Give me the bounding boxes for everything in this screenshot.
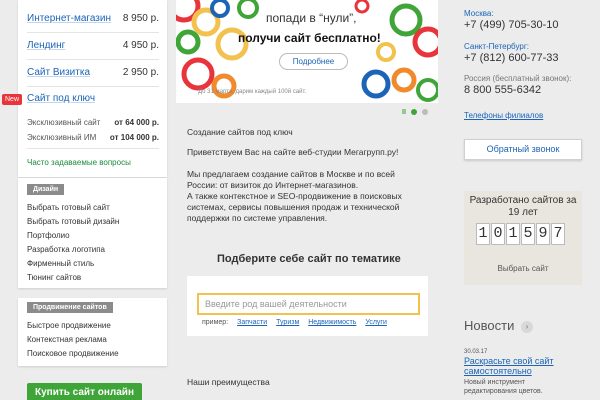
themes-heading: Подберите себе сайт по тематике — [217, 253, 401, 265]
exclusive-name: Эксклюзивный сайт — [27, 118, 101, 127]
promo-banner[interactable]: попади в “нули”, получи сайт бесплатно! … — [176, 0, 438, 103]
divider — [27, 86, 159, 87]
services-paragraph: А также контекстное и SEO-продвижение в … — [187, 191, 402, 223]
exclusive-price: от 104 000 р. — [109, 133, 159, 142]
slider-dot[interactable] — [421, 109, 428, 116]
design-menu-item[interactable]: Выбрать готовый дизайн — [27, 217, 119, 226]
news-headline-link[interactable]: Раскрасьте свой сайт самостоятельно — [464, 356, 574, 376]
counter-digit: 1 — [506, 223, 520, 245]
design-menu-item[interactable]: Выбрать готовый сайт — [27, 203, 110, 212]
counter-digit: 0 — [491, 223, 505, 245]
promo-header: Продвижение сайтов — [27, 302, 113, 313]
chevron-right-icon[interactable]: › — [521, 321, 533, 333]
branch-phones-link[interactable]: Телефоны филиалов — [464, 111, 543, 120]
callback-button[interactable]: Обратный звонок — [464, 139, 582, 160]
products-card: Интернет-магазин 8 950 р. Лендинг 4 950 … — [2, 0, 167, 177]
free-call-label: Россия (бесплатный звонок): — [464, 74, 572, 83]
design-menu-item[interactable]: Тюнинг сайтов — [27, 273, 81, 282]
exclusive-name: Эксклюзивный ИМ — [27, 133, 97, 142]
product-row[interactable]: Сайт под ключ — [18, 93, 167, 115]
product-price: 8 950 р. — [122, 13, 159, 24]
divider — [27, 59, 159, 60]
example-link[interactable]: Недвижимость — [308, 319, 356, 326]
design-menu-item[interactable]: Разработка логотипа — [27, 245, 105, 254]
counter-digit: 9 — [536, 223, 550, 245]
divider — [27, 148, 159, 149]
exclusive-row[interactable]: Эксклюзивный ИМ от 104 000 р. — [27, 133, 159, 142]
divider — [27, 32, 159, 33]
banner-footnote: До 31 марта, дарим каждый 100й сайт. — [198, 89, 307, 95]
pause-icon[interactable]: II — [402, 109, 406, 116]
product-name[interactable]: Сайт Визитка — [27, 67, 90, 78]
examples-label: пример: — [202, 319, 229, 326]
product-price: 4 950 р. — [122, 40, 159, 51]
theme-search-card: пример: Запчасти Туризм Недвижимость Усл… — [187, 276, 428, 336]
faq-link[interactable]: Часто задаваемые вопросы — [27, 158, 131, 167]
spb-phone[interactable]: +7 (812) 600-77-33 — [464, 52, 558, 64]
exclusive-price: от 64 000 р. — [114, 118, 159, 127]
product-name[interactable]: Интернет-магазин — [27, 13, 111, 24]
example-link[interactable]: Услуги — [365, 319, 387, 326]
counter-digit: 7 — [551, 223, 565, 245]
counter-digit: 1 — [476, 223, 490, 245]
banner-subheadline: получи сайт бесплатно! — [238, 31, 381, 45]
slider-dot-active[interactable] — [410, 109, 417, 116]
product-price: 2 950 р. — [122, 67, 159, 78]
buy-site-button[interactable]: Купить сайт онлайн — [27, 383, 142, 400]
spb-label: Санкт-Петербург: — [464, 42, 529, 51]
product-name[interactable]: Сайт под ключ — [27, 93, 95, 104]
example-link[interactable]: Запчасти — [237, 319, 267, 326]
counter-digits: 101597 — [476, 223, 566, 245]
example-link[interactable]: Туризм — [276, 319, 299, 326]
banner-more-button[interactable]: Подробнее — [279, 53, 348, 70]
banner-headline: попади в “нули”, — [266, 11, 357, 25]
search-examples: пример: Запчасти Туризм Недвижимость Усл… — [202, 319, 387, 326]
promo-menu: Продвижение сайтов Быстрое продвижение К… — [18, 298, 167, 366]
design-header: Дизайн — [27, 184, 65, 195]
intro-paragraph: Мы предлагаем создание сайтов в Москве и… — [187, 169, 395, 190]
counter-digit: 5 — [521, 223, 535, 245]
welcome-text: Приветствуем Вас на сайте веб-студии Мег… — [187, 147, 399, 157]
promo-menu-item[interactable]: Контекстная реклама — [27, 335, 107, 344]
exclusive-row[interactable]: Эксклюзивный сайт от 64 000 р. — [27, 118, 159, 127]
slider-controls: II — [402, 109, 428, 116]
news-date: 30.03.17 — [464, 349, 488, 355]
page-title: Создание сайтов под ключ — [187, 127, 293, 137]
counter-title: Разработано сайтов за 19 лет — [469, 195, 577, 218]
design-menu-item[interactable]: Портфолио — [27, 231, 70, 240]
news-description: Новый инструмент редактирования цветов. — [464, 379, 543, 395]
design-menu-item[interactable]: Фирменный стиль — [27, 259, 94, 268]
theme-search-input[interactable] — [197, 293, 420, 315]
news-heading[interactable]: Новости — [464, 318, 514, 333]
moscow-phone[interactable]: +7 (499) 705-30-10 — [464, 19, 558, 31]
promo-menu-item[interactable]: Поисковое продвижение — [27, 349, 119, 358]
choose-site-link[interactable]: Выбрать сайт — [464, 264, 582, 273]
moscow-label: Москва: — [464, 9, 494, 18]
sites-counter: Разработано сайтов за 19 лет 101597 Выбр… — [464, 191, 582, 285]
promo-menu-item[interactable]: Быстрое продвижение — [27, 321, 111, 330]
advantages-heading: Наши преимущества — [187, 377, 270, 387]
design-menu: Дизайн Выбрать готовый сайт Выбрать гото… — [18, 178, 167, 288]
free-call-phone[interactable]: 8 800 555-6342 — [464, 84, 541, 96]
product-name[interactable]: Лендинг — [27, 40, 65, 51]
